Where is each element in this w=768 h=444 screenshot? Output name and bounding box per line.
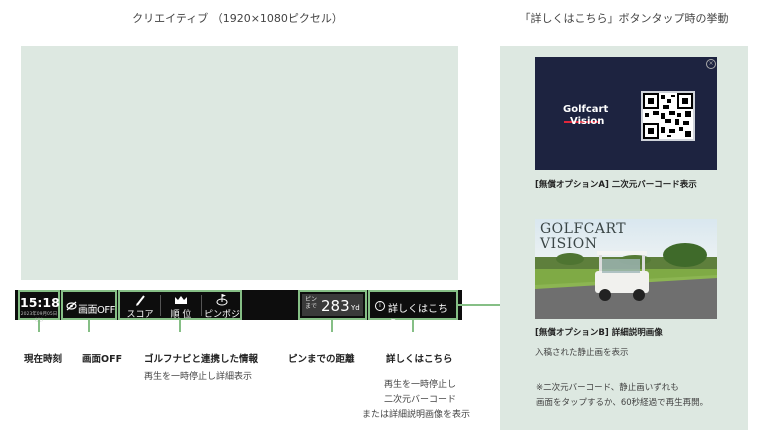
label-time: 現在時刻 (24, 354, 63, 365)
connector-line (412, 320, 414, 332)
pin-flag-icon (216, 294, 228, 306)
qr-code (641, 91, 695, 141)
connector-line (179, 320, 181, 332)
label-pin-distance: ピンまでの距離 (288, 354, 355, 365)
pin-distance-display: ピンまで 283 Yd (298, 290, 367, 320)
note-line: ※二次元バーコード、静止画いずれも (536, 383, 679, 393)
rank-label: 順 位 (170, 310, 192, 320)
score-label: スコア (126, 310, 154, 320)
pin-distance-value: 283 (321, 297, 350, 315)
connector-line (38, 320, 40, 332)
label-details-sub: または詳細説明画像を表示 (362, 410, 471, 420)
crown-icon (175, 296, 187, 304)
rank-button[interactable]: 順 位 (161, 292, 201, 320)
pin-position-label: ピンポジ (203, 310, 240, 320)
option-a-caption: [無償オプションA] 二次元バーコード表示 (535, 180, 697, 190)
details-button-label: 詳しくはこちら (388, 304, 448, 330)
clock-time: 15:18 (20, 295, 60, 310)
connector-line (88, 320, 90, 332)
golfcart-vision-logo: Golfcart Vision (563, 104, 609, 127)
golf-nav-group: スコア 順 位 ピンポジ (118, 290, 242, 320)
creative-heading: クリエイティブ （1920×1080ピクセル） (132, 12, 343, 25)
option-b-subcaption: 入稿された静止画を表示 (535, 348, 629, 358)
screen-off-label: 画面OFF (78, 305, 115, 316)
clock-display: 15:18 2023年09月05日(火) (18, 290, 60, 323)
details-button[interactable]: i 詳しくはこちら (368, 290, 458, 330)
logo-line: Vision (570, 116, 605, 127)
pin-distance-unit: Yd (351, 304, 360, 312)
label-details-sub: 再生を一時停止し (384, 380, 457, 390)
pencil-icon (136, 295, 145, 306)
option-b-caption: [無償オプションB] 詳細説明画像 (535, 328, 663, 338)
label-details-sub: 二次元バーコード (384, 395, 457, 405)
logo-line: Golfcart (563, 104, 609, 115)
eye-off-icon (66, 301, 77, 311)
label-golf-nav: ゴルフナビと連携した情報 (144, 354, 259, 365)
creative-area (21, 46, 458, 280)
close-icon[interactable]: × (706, 59, 716, 69)
pin-position-button[interactable]: ピンポジ (202, 292, 242, 320)
screen-off-button[interactable]: 画面OFF (61, 290, 117, 320)
info-icon: i (375, 301, 385, 311)
logo-line: GOLFCART (540, 221, 627, 237)
score-button[interactable]: スコア (120, 292, 160, 320)
label-golf-nav-sub: 再生を一時停止し詳細表示 (144, 372, 253, 382)
connector-line (458, 304, 500, 306)
label-details: 詳しくはこちら (386, 354, 453, 365)
label-screen-off: 画面OFF (82, 354, 123, 365)
pin-distance-caption: ピンまで (305, 296, 318, 310)
qr-code-icon (643, 93, 693, 139)
behavior-heading: 「詳しくはこちら」ボタンタップ時の挙動 (519, 12, 729, 25)
note-line: 画面をタップするか、60秒経過で再生再開。 (536, 398, 709, 408)
logo-line: VISION (540, 236, 598, 252)
connector-line (331, 320, 333, 332)
golfcart-vision-serif-logo: GOLFCART VISION (540, 222, 626, 252)
